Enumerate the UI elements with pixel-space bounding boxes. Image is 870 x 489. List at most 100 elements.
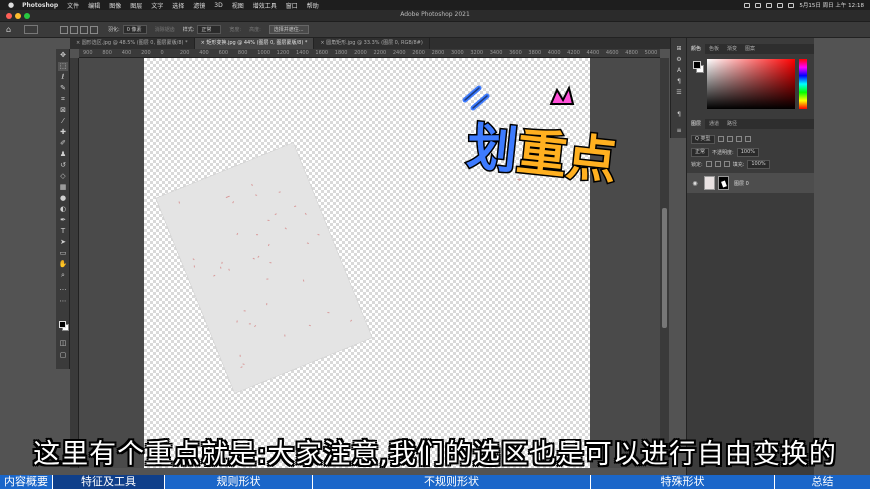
eraser-tool-icon[interactable]: ◇ — [58, 172, 68, 181]
layer-name[interactable]: 图层 0 — [734, 180, 749, 187]
hand-tool-icon[interactable]: ✋ — [58, 260, 68, 269]
panel-foreground-swatch[interactable] — [693, 61, 701, 69]
shape-tool-icon[interactable]: ▭ — [58, 249, 68, 258]
subtract-selection-icon[interactable] — [80, 25, 88, 34]
filter-shape-icon[interactable] — [744, 136, 751, 142]
type-tool-icon[interactable]: T — [58, 227, 68, 236]
tab-channels[interactable]: 通道 — [705, 119, 723, 129]
layer-row[interactable]: ◉ 图层 0 — [687, 173, 815, 193]
tab-circle-selection[interactable]: × 圆形选区.jpg @ 48.5% (图层 0, 图层蒙版/8) * — [70, 38, 195, 49]
move-tool-icon[interactable]: ✥ — [58, 51, 68, 60]
intersect-selection-icon[interactable] — [90, 25, 98, 34]
visibility-eye-icon[interactable]: ◉ — [690, 180, 700, 187]
fill-input[interactable]: 100% — [747, 159, 770, 169]
control-center-icon[interactable] — [788, 2, 795, 8]
menu-3d[interactable]: 3D — [214, 2, 222, 9]
filter-adjust-icon[interactable] — [726, 136, 733, 142]
color-picker-field[interactable] — [707, 59, 795, 109]
tab-color[interactable]: 颜色 — [687, 44, 706, 54]
screen-mode-icon[interactable]: ▢ — [58, 351, 68, 360]
chapter-irregular-shapes[interactable]: 不规则形状 — [313, 475, 591, 489]
menubar-clock[interactable]: 5月15日 周日 上午 12:18 — [799, 1, 864, 9]
menu-select[interactable]: 选择 — [172, 1, 184, 10]
apple-icon[interactable]: ● — [8, 1, 14, 9]
tab-swatches[interactable]: 色板 — [705, 44, 723, 54]
edit-toolbar-icon[interactable]: ⋯ — [58, 297, 68, 306]
hue-slider[interactable] — [799, 59, 807, 109]
tab-patterns[interactable]: 图案 — [741, 44, 759, 54]
scrollbar-thumb[interactable] — [662, 208, 667, 328]
lock-pixels-icon[interactable] — [705, 161, 712, 167]
select-and-mask-button[interactable]: 选择并遮住... — [268, 25, 309, 34]
brush-tool-icon[interactable]: ✐ — [58, 139, 68, 148]
battery-icon[interactable] — [755, 2, 762, 8]
chapter-summary[interactable]: 总结 — [775, 475, 870, 489]
frame-tool-icon[interactable]: ⊠ — [58, 106, 68, 115]
rect-marquee-tool-icon[interactable]: ⬚ — [58, 62, 68, 71]
menu-help[interactable]: 帮助 — [307, 1, 319, 10]
menu-plugins[interactable]: 增效工具 — [253, 1, 277, 10]
menu-view[interactable]: 视图 — [232, 1, 244, 10]
paper-texture-layer[interactable] — [156, 142, 372, 394]
chapter-special-shapes[interactable]: 特殊形状 — [591, 475, 775, 489]
chapter-regular-shapes[interactable]: 规则形状 — [165, 475, 313, 489]
menu-filter[interactable]: 滤镜 — [193, 1, 205, 10]
menu-type[interactable]: 文字 — [151, 1, 163, 10]
marquee-preset-picker[interactable] — [24, 25, 38, 34]
character-panel-icon[interactable]: A — [674, 66, 684, 75]
menu-window[interactable]: 窗口 — [286, 1, 298, 10]
gradient-tool-icon[interactable]: ▦ — [58, 183, 68, 192]
canvas-vertical-scrollbar[interactable] — [660, 58, 669, 468]
properties-panel-icon[interactable]: ¶ — [674, 110, 684, 119]
menu-photoshop[interactable]: Photoshop — [22, 2, 58, 9]
blend-mode-select[interactable]: 正常 — [691, 147, 710, 157]
history-brush-icon[interactable]: ↺ — [58, 161, 68, 170]
quick-mask-icon[interactable]: ◫ — [58, 339, 68, 348]
foreground-color-swatch[interactable] — [59, 321, 66, 328]
path-select-icon[interactable]: ➤ — [58, 238, 68, 247]
healing-tool-icon[interactable]: ✚ — [58, 128, 68, 137]
add-selection-icon[interactable] — [70, 25, 78, 34]
lasso-tool-icon[interactable]: ℓ — [58, 73, 68, 82]
zoom-tool-icon[interactable]: ⌕ — [58, 271, 68, 280]
menu-layer[interactable]: 图层 — [130, 1, 142, 10]
crop-tool-icon[interactable]: ⌗ — [58, 95, 68, 104]
wifi-icon[interactable] — [766, 2, 773, 8]
style-select[interactable]: 正常 — [197, 25, 222, 34]
blur-tool-icon[interactable]: ● — [58, 194, 68, 203]
home-icon[interactable]: ⌂ — [6, 25, 16, 34]
opacity-input[interactable]: 100% — [736, 147, 759, 157]
layer-mask-thumbnail[interactable] — [718, 176, 729, 190]
chapter-overview[interactable]: 内容概要 — [0, 475, 53, 489]
filter-pixel-icon[interactable] — [717, 136, 724, 142]
tab-rect-transform[interactable]: × 矩形变换.jpg @ 44% (图层 0, 图层蒙版/8) * — [194, 38, 315, 49]
menu-edit[interactable]: 编辑 — [88, 1, 100, 10]
tab-layers[interactable]: 图层 — [687, 119, 706, 129]
layer-kind-filter[interactable]: Q 类型 — [691, 134, 715, 144]
filter-type-icon[interactable] — [735, 136, 742, 142]
pen-tool-icon[interactable]: ✒ — [58, 216, 68, 225]
libraries-panel-icon[interactable]: ☰ — [674, 88, 684, 97]
feather-input[interactable]: 0 像素 — [122, 25, 147, 34]
lock-position-icon[interactable] — [714, 161, 721, 167]
new-selection-icon[interactable] — [60, 25, 68, 34]
menu-image[interactable]: 图像 — [109, 1, 121, 10]
lock-all-icon[interactable] — [723, 161, 730, 167]
tab-gradients[interactable]: 渐变 — [723, 44, 741, 54]
antialias-checkbox[interactable]: 消除锯齿 — [155, 26, 175, 33]
layer-thumbnail[interactable] — [704, 176, 715, 190]
dodge-tool-icon[interactable]: ◐ — [58, 205, 68, 214]
more-tools-icon[interactable]: … — [58, 284, 68, 293]
user-icon[interactable] — [744, 2, 751, 8]
tab-paths[interactable]: 路径 — [723, 119, 741, 129]
quick-select-tool-icon[interactable]: ✎ — [58, 84, 68, 93]
eyedropper-tool-icon[interactable]: ⁄ — [58, 117, 68, 126]
search-icon[interactable] — [777, 2, 784, 8]
adjustments-panel-icon[interactable]: ≡ — [674, 126, 684, 135]
tab-rounded-rect[interactable]: × 圆角矩形.jpg @ 33.3% (图层 0, RGB/8#) — [314, 38, 430, 49]
paragraph-panel-icon[interactable]: ¶ — [674, 77, 684, 86]
history-panel-icon[interactable]: ⊞ — [674, 44, 684, 53]
stamp-tool-icon[interactable]: ♟ — [58, 150, 68, 159]
menu-file[interactable]: 文件 — [67, 1, 79, 10]
chapter-features-tools[interactable]: 特征及工具 — [53, 475, 165, 489]
